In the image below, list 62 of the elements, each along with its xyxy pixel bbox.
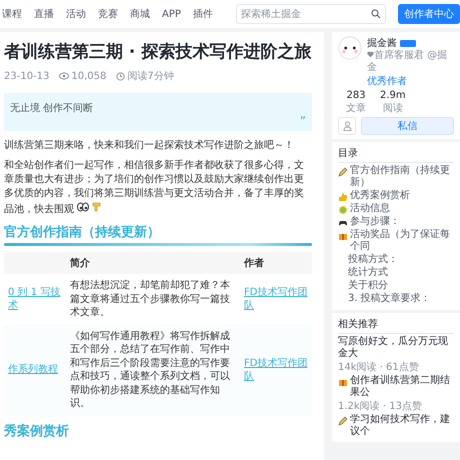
heart-icon — [367, 51, 374, 58]
related-article-meta: 1.2k阅读 · 13点赞 — [338, 400, 423, 413]
nav-link[interactable]: 竞赛 — [98, 7, 118, 21]
clock-icon — [116, 72, 126, 80]
read-time: 阅读7分钟 — [116, 69, 174, 83]
pencil-icon — [338, 416, 348, 426]
level-badge-icon — [400, 40, 416, 46]
nav-link[interactable]: 商城 — [130, 7, 150, 21]
toc-item[interactable]: 统计方式 — [338, 267, 454, 280]
toc-item[interactable]: 参与步骤： — [338, 216, 454, 229]
nav-link[interactable]: 课程 — [2, 7, 22, 21]
paragraph: 训练营第三期来咯，快来和我们一起探索技术写作进阶之旅吧～！ — [4, 139, 295, 153]
gift-icon — [338, 231, 348, 241]
table-cell: 《如何写作通用教程》将写作拆解成五个部分，总结了在写作前、写作中和写作后三个阶段需要注意的写作要点和技巧，通读整个系列文档，可以帮助你初步搭建系统的基础写作知识。 — [66, 324, 240, 416]
toc-item[interactable]: 优秀案例赏析 — [338, 190, 454, 203]
toc-item[interactable]: 活动奖品（为了保证每个同 — [338, 229, 454, 254]
nav-link[interactable]: 活动 — [66, 7, 86, 21]
nav-link[interactable]: 插件 — [192, 7, 213, 21]
view-count: 10,058 — [59, 70, 106, 82]
section-heading: 官方创作指南（持续更新） — [4, 224, 161, 241]
eyes-icon — [77, 202, 90, 212]
publish-date: 23-10-13 — [4, 70, 50, 82]
related-article-meta: 14k阅读 · 61点赞 — [338, 360, 420, 374]
table-header-cell: 简介 — [66, 252, 240, 274]
toc-item[interactable]: 投稿方式： — [338, 254, 454, 267]
toc-title: 目录 — [338, 146, 454, 163]
table-header-cell: 作者 — [240, 252, 312, 274]
mascot-avatar — [338, 36, 362, 60]
creator-center-button[interactable]: 创作者中心 — [398, 4, 460, 24]
author-subtitle: 首席客服君 @掘金 — [367, 50, 448, 74]
stat-label: 文章 — [346, 102, 366, 115]
nav-link[interactable]: APP — [162, 8, 181, 20]
author-tag: 优秀作者 — [367, 74, 454, 88]
paragraph: 和全站创作者们一起写作，相信很多新手作者都收获了很多心得，文章质量也大有进步；为了培们的创作习惯以及鼓励大家继续创作出更多优质的内容，我们将第三期训练营与更文活动合并，备了丰厚的奖品池，快去围观 — [4, 159, 305, 217]
user-icon — [342, 121, 352, 131]
related-article-link[interactable]: 学习如何技术写作，建议个 — [338, 414, 454, 438]
thumbs-up-icon — [338, 192, 348, 202]
search-box[interactable]: 探索稀土掘金 — [236, 4, 386, 24]
related-title: 相关推荐 — [338, 317, 454, 334]
nav-link[interactable]: 直播 — [34, 7, 54, 21]
gift-icon — [338, 377, 348, 387]
related-article-link[interactable]: 创作者训练营第二期结果公 — [338, 375, 454, 399]
eye-icon — [59, 72, 70, 80]
related-article-link[interactable]: 写原创好文，瓜分万元现金大 — [338, 336, 454, 360]
gamepad-icon — [338, 218, 348, 228]
pencil-icon — [338, 167, 348, 177]
author-name[interactable]: 掘金酱 — [367, 36, 397, 50]
toc-item[interactable]: 3. 投稿文章要求： — [338, 293, 454, 306]
quote-text: 无止境 创作不间断 — [10, 102, 94, 115]
toc-item[interactable]: 关于积分 — [338, 280, 454, 293]
search-field[interactable]: 探索稀土掘金 — [241, 8, 371, 20]
quote-mark: ” — [300, 115, 306, 127]
gear-icon — [338, 205, 348, 215]
search-icon[interactable] — [371, 9, 381, 19]
toc-item[interactable]: 官方创作指南（持续更新） — [338, 165, 454, 190]
article-title: 者训练营第三期 · 探索技术写作进阶之旅 — [4, 41, 312, 63]
section-heading: 秀案例赏析 — [4, 422, 70, 440]
stat-value: 2.9m — [380, 90, 406, 101]
pointing-hand-icon — [92, 201, 102, 212]
toc-item[interactable]: 活动信息 — [338, 203, 454, 216]
stat-label: 阅读 — [382, 102, 403, 115]
stat-value: 283 — [346, 90, 366, 101]
